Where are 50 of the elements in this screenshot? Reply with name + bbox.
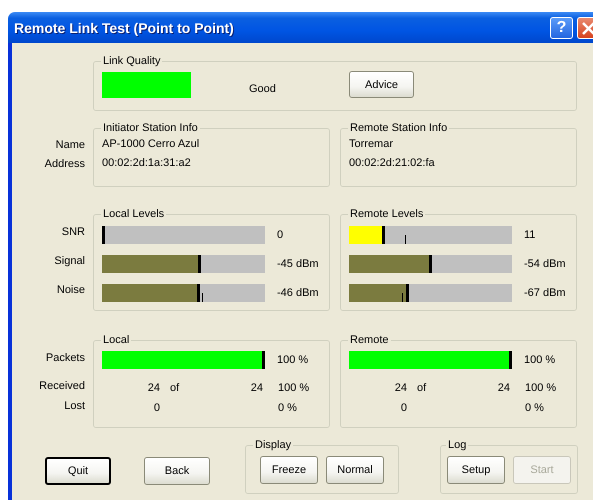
button[interactable]: Setup bbox=[447, 456, 505, 484]
total-count: 24 bbox=[250, 381, 263, 396]
group-title: Log bbox=[447, 439, 468, 451]
group-title: Display bbox=[254, 439, 292, 451]
row-label: Packets bbox=[46, 351, 85, 366]
row-label: Address bbox=[44, 157, 85, 172]
button[interactable]: Freeze bbox=[260, 456, 318, 484]
close-button[interactable] bbox=[577, 16, 593, 38]
group-title: Remote Levels bbox=[349, 208, 424, 220]
group-title: Local Levels bbox=[102, 208, 166, 220]
total-count: 24 bbox=[496, 381, 510, 396]
row-label: Lost bbox=[64, 399, 85, 414]
group-title: Link Quality bbox=[102, 55, 162, 67]
quality-status: Good bbox=[249, 82, 277, 94]
group-title: Remote bbox=[349, 334, 390, 346]
row-label: Noise bbox=[56, 283, 85, 298]
received-percent: 100 % bbox=[525, 381, 556, 396]
button[interactable]: Advice bbox=[349, 71, 414, 98]
lost-percent: 0 % bbox=[525, 401, 544, 416]
received-count: 24 bbox=[394, 381, 407, 396]
station-name: Torremar bbox=[349, 137, 394, 152]
of-label: of bbox=[170, 381, 180, 396]
meter-reading: 0 bbox=[277, 228, 284, 240]
meter-reading: -67 dBm bbox=[524, 286, 566, 298]
row-label: Received bbox=[39, 379, 85, 394]
meter-reading: -54 dBm bbox=[524, 258, 566, 270]
station-name: AP-1000 Cerro Azul bbox=[102, 137, 200, 152]
lost-count: 0 bbox=[400, 401, 407, 416]
packet-percent: 100 % bbox=[277, 354, 308, 366]
window-title: Remote Link Test (Point to Point) bbox=[14, 20, 234, 36]
meter-reading: -45 dBm bbox=[277, 258, 319, 270]
group-title: Local bbox=[102, 334, 130, 346]
received-percent: 100 % bbox=[278, 381, 310, 396]
of-label: of bbox=[417, 381, 428, 396]
meter-reading: -46 dBm bbox=[277, 286, 319, 298]
button[interactable]: Quit bbox=[45, 457, 111, 485]
row-label: SNR bbox=[62, 225, 85, 240]
button[interactable]: Back bbox=[144, 457, 210, 485]
station-address: 00:02:2d:21:02:fa bbox=[349, 156, 436, 171]
button[interactable]: Normal bbox=[326, 456, 384, 484]
packet-percent: 100 % bbox=[524, 354, 556, 366]
group-title: Initiator Station Info bbox=[102, 122, 199, 134]
row-label: Name bbox=[56, 138, 85, 153]
row-label: Signal bbox=[54, 254, 85, 269]
lost-percent: 0 % bbox=[278, 401, 297, 416]
received-count: 24 bbox=[146, 381, 160, 396]
station-address: 00:02:2d:1a:31:a2 bbox=[102, 156, 192, 171]
meter-reading: 11 bbox=[524, 228, 536, 240]
lost-count: 0 bbox=[152, 401, 160, 416]
group-title: Remote Station Info bbox=[349, 122, 448, 134]
